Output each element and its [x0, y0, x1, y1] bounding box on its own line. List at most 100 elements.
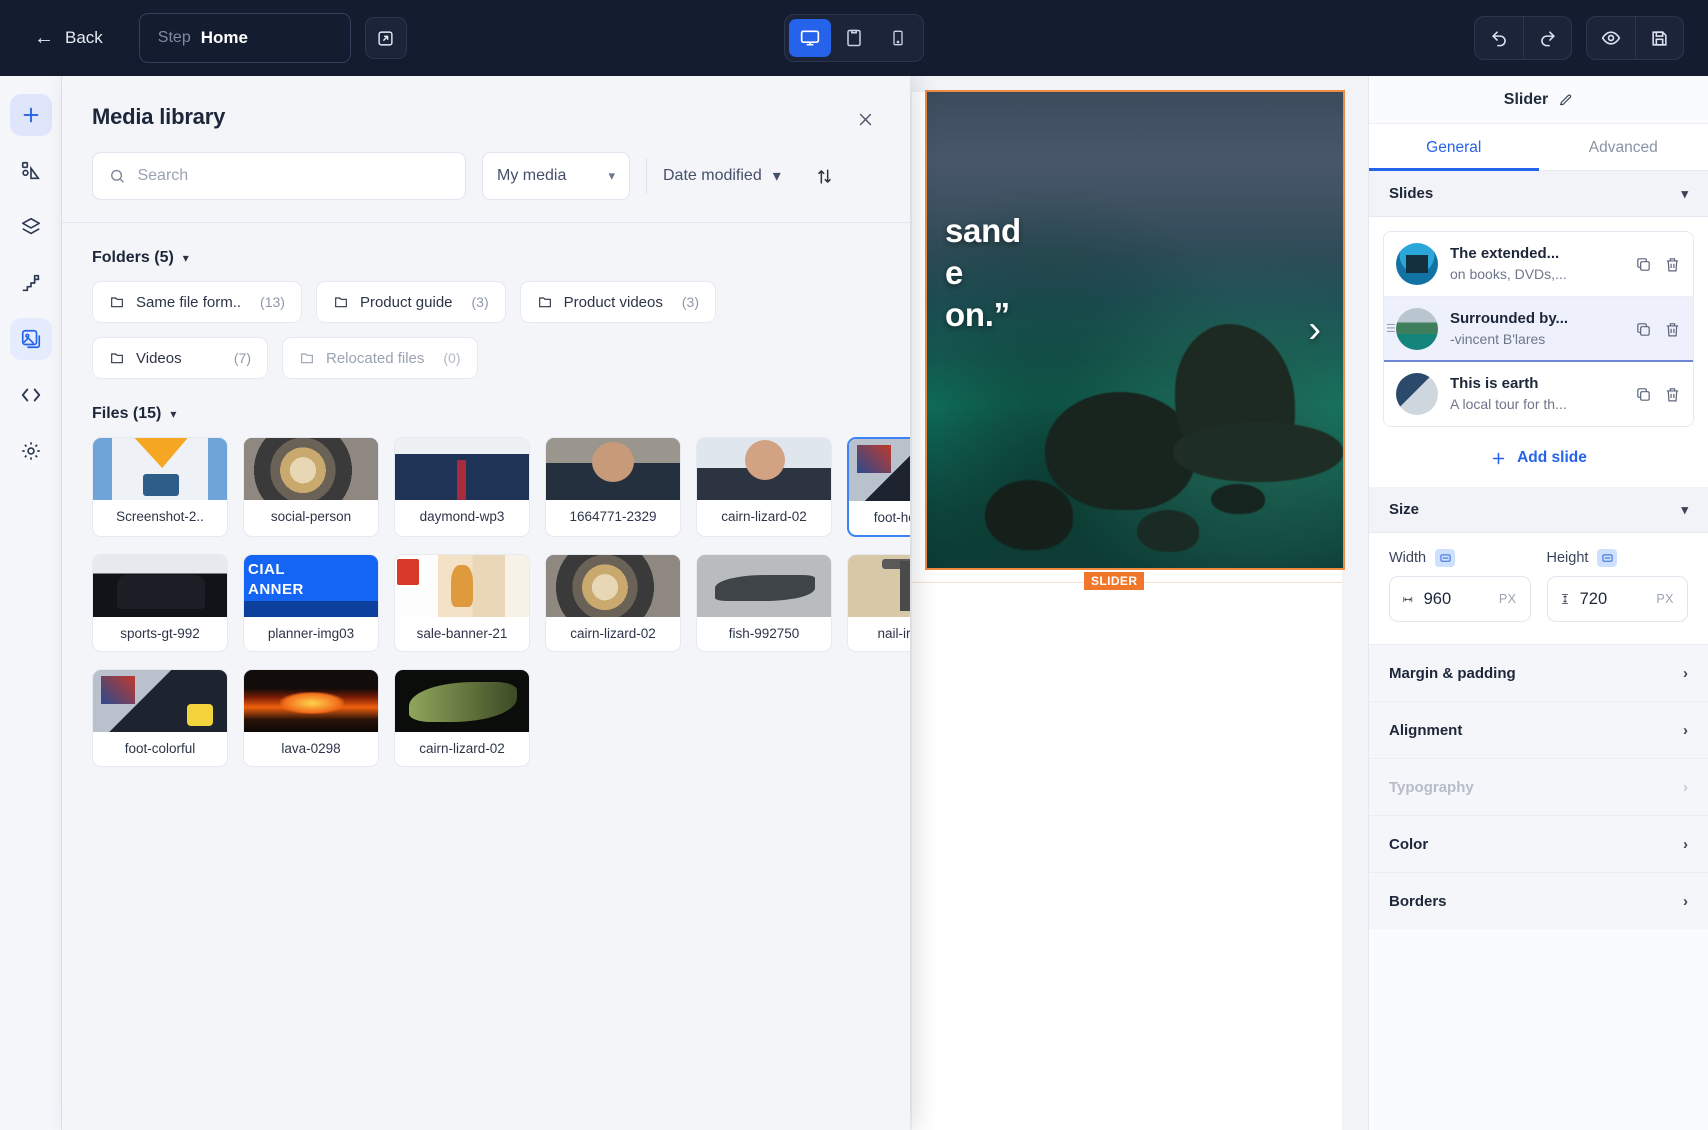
height-input[interactable] — [1579, 589, 1646, 609]
media-file-card[interactable]: Screenshot-2.. — [92, 437, 228, 537]
folder-chip[interactable]: Product videos (3) — [519, 281, 716, 323]
element-type-badge: SLIDER — [1084, 572, 1145, 590]
slider-next-button[interactable]: › — [1308, 309, 1321, 352]
media-file-card[interactable]: sale-banner-21 — [394, 554, 530, 652]
width-responsive-badge-icon[interactable] — [1435, 549, 1456, 567]
decorative-rock — [1173, 422, 1343, 482]
width-field[interactable]: PX — [1389, 576, 1531, 622]
folder-count: (13) — [260, 294, 285, 310]
slide-caption: sand e on.” — [945, 210, 1021, 337]
slide-list-item[interactable]: This is earth A local tour for th... — [1384, 362, 1693, 426]
slides-list: The extended... on books, DVDs,... ☰ Surrou… — [1383, 231, 1694, 427]
tab-general[interactable]: General — [1369, 124, 1539, 171]
delete-slide-button[interactable] — [1664, 321, 1681, 338]
property-row[interactable]: Borders › — [1369, 872, 1708, 929]
page-section-middle — [912, 582, 1342, 742]
open-external-button[interactable] — [364, 17, 407, 59]
save-button[interactable] — [1635, 17, 1683, 59]
folder-chip[interactable]: Product guide (3) — [315, 281, 506, 323]
media-file-card[interactable]: fish-992750 — [696, 554, 832, 652]
duplicate-slide-button[interactable] — [1635, 386, 1652, 403]
duplicate-slide-button[interactable] — [1635, 321, 1652, 338]
height-responsive-badge-icon[interactable] — [1597, 549, 1618, 567]
media-file-card[interactable]: cairn-lizard-02 — [545, 554, 681, 652]
sidebar-item-add-element[interactable] — [9, 94, 52, 136]
media-library-panel: Media library My media ▾ Date modified ▾ — [62, 76, 910, 1130]
slide-thumbnail — [1396, 243, 1438, 285]
media-file-card[interactable]: daymond-wp3 — [394, 437, 530, 537]
slide-caption-line-1: sand — [945, 212, 1021, 249]
sidebar-item-settings[interactable] — [10, 430, 52, 472]
duplicate-slide-button[interactable] — [1635, 256, 1652, 273]
slider-element-selected[interactable]: sand e on.” › — [925, 90, 1345, 570]
device-mobile-button[interactable] — [877, 19, 919, 57]
page-section-lower — [912, 746, 1342, 1016]
preview-button[interactable] — [1587, 17, 1635, 59]
media-file-card[interactable]: planner-img03 — [243, 554, 379, 652]
sidebar-item-steps[interactable] — [10, 262, 52, 304]
app-root: ← Back Step Home sand e on.” › SLIDER Me… — [0, 0, 1708, 1130]
folder-chip[interactable]: Relocated files (0) — [282, 337, 478, 379]
slide-list-item[interactable]: The extended... on books, DVDs,... — [1384, 232, 1693, 297]
file-name: daymond-wp3 — [419, 509, 505, 524]
shapes-icon — [21, 161, 40, 180]
property-row[interactable]: Color › — [1369, 815, 1708, 872]
media-file-card[interactable]: sports-gt-992 — [92, 554, 228, 652]
back-button[interactable]: ← Back — [24, 22, 113, 54]
device-tablet-button[interactable] — [833, 19, 875, 57]
slide-list-item[interactable]: ☰ Surrounded by... -vincent B'lares — [1384, 297, 1693, 362]
size-section-label: Size — [1389, 501, 1420, 518]
property-row[interactable]: Alignment › — [1369, 701, 1708, 758]
slides-section-header[interactable]: Slides ▾ — [1369, 171, 1708, 217]
sidebar-item-media[interactable] — [9, 318, 52, 360]
media-file-card[interactable]: foot-headshot — [847, 437, 910, 537]
slide-actions — [1635, 386, 1681, 403]
step-field[interactable]: Step Home — [138, 13, 351, 63]
sort-order-button[interactable] — [815, 167, 834, 186]
sidebar-item-layers[interactable] — [10, 206, 52, 248]
size-section-header[interactable]: Size ▾ — [1369, 487, 1708, 533]
width-input[interactable] — [1423, 589, 1488, 609]
slide-text: This is earth A local tour for th... — [1450, 374, 1623, 413]
sort-select[interactable]: Date modified ▾ — [663, 166, 781, 186]
media-source-select[interactable]: My media ▾ — [482, 152, 630, 200]
media-file-card[interactable]: 1664771-2329 — [545, 437, 681, 537]
folder-count: (7) — [233, 350, 251, 366]
files-heading: Files (15) — [92, 405, 162, 422]
property-row[interactable]: Margin & padding › — [1369, 644, 1708, 701]
media-file-card[interactable]: social-person — [243, 437, 379, 537]
media-file-card[interactable]: foot-colorful — [92, 669, 228, 767]
media-file-card[interactable]: lava-0298 — [243, 669, 379, 767]
close-button[interactable] — [850, 104, 880, 134]
trash-icon — [1666, 257, 1679, 271]
chevron-down-icon: ▾ — [772, 168, 781, 185]
search-field[interactable] — [92, 152, 466, 200]
folder-chip[interactable]: Same file form.. (13) — [92, 281, 302, 323]
history-button-group — [1474, 16, 1572, 60]
media-file-card[interactable]: nail-iron-929 — [847, 554, 910, 652]
sidebar-item-elements[interactable] — [10, 150, 52, 192]
file-name: sale-banner-21 — [416, 626, 508, 641]
rename-button[interactable] — [1558, 92, 1573, 107]
file-name: lava-0298 — [281, 741, 341, 756]
sidebar-item-code[interactable] — [10, 374, 52, 416]
drag-handle-icon[interactable]: ☰ — [1386, 323, 1396, 335]
device-desktop-button[interactable] — [789, 19, 831, 57]
files-section-header[interactable]: Files (15) ▾ — [92, 405, 880, 423]
add-slide-button[interactable]: Add slide — [1369, 433, 1708, 487]
tab-advanced[interactable]: Advanced — [1539, 124, 1708, 170]
redo-button[interactable] — [1523, 17, 1571, 59]
file-thumbnail — [395, 555, 529, 617]
undo-button[interactable] — [1475, 17, 1523, 59]
delete-slide-button[interactable] — [1664, 256, 1681, 273]
file-thumbnail — [697, 555, 831, 617]
file-thumbnail — [395, 670, 529, 732]
folder-chip[interactable]: Videos (7) — [92, 337, 268, 379]
media-file-card[interactable]: cairn-lizard-02 — [394, 669, 530, 767]
plus-icon — [23, 107, 38, 123]
folders-section-header[interactable]: Folders (5) ▾ — [92, 249, 880, 267]
height-field[interactable]: PX — [1546, 576, 1688, 622]
delete-slide-button[interactable] — [1664, 386, 1681, 403]
media-file-card[interactable]: cairn-lizard-02 — [696, 437, 832, 537]
search-input[interactable] — [137, 167, 449, 185]
